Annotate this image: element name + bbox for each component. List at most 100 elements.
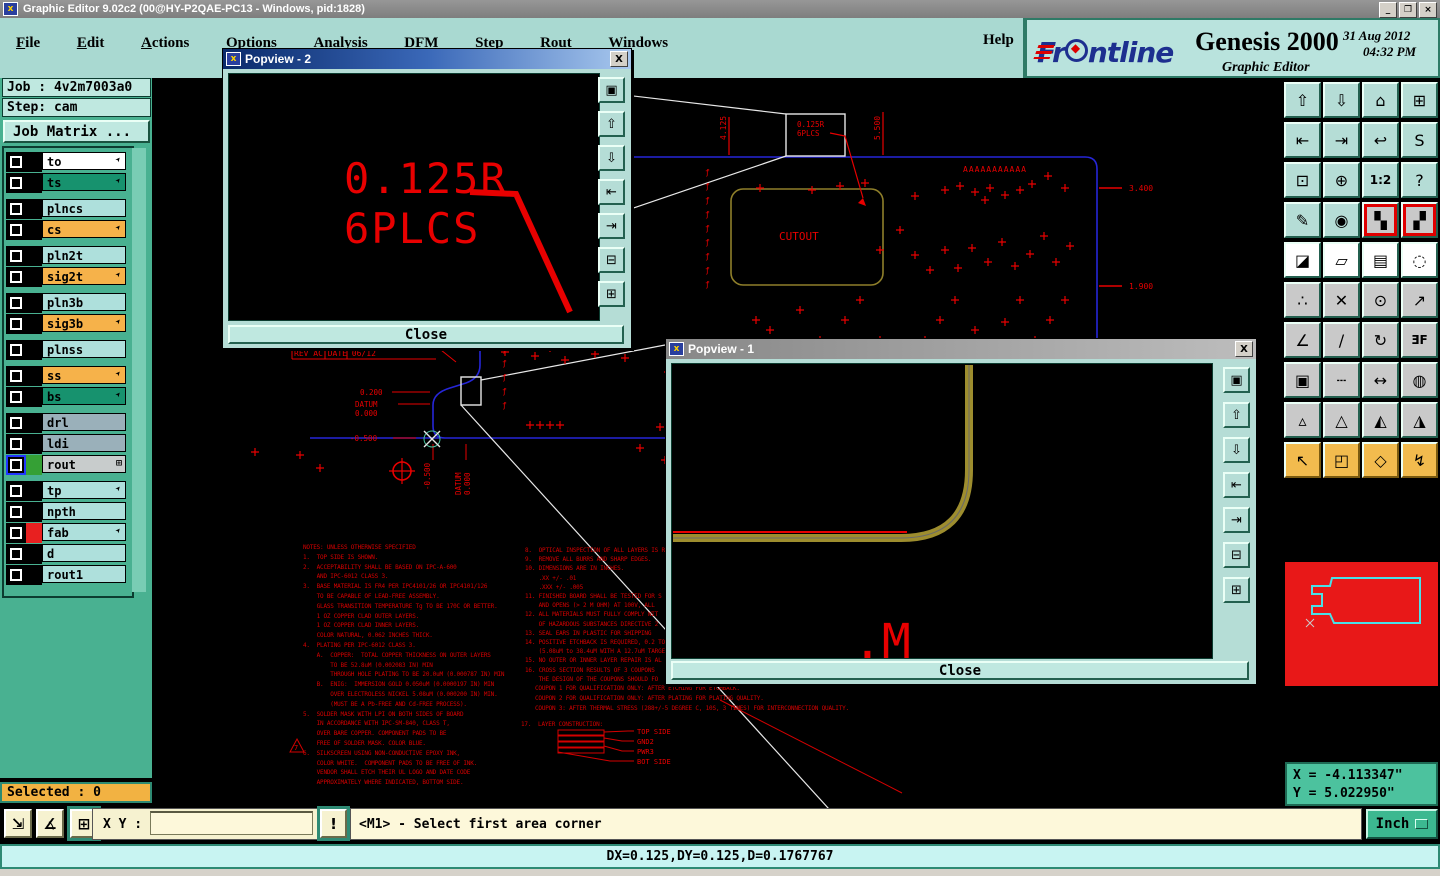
layer-visibility-checkbox[interactable] [6,246,26,266]
triangle-peak-button[interactable]: △ [1323,402,1360,438]
job-matrix-button[interactable]: Job Matrix ... [3,120,150,143]
delete-entity-button[interactable]: ✕ [1323,282,1360,318]
triangle-wide-button[interactable]: ◮ [1401,402,1438,438]
shift-down-button[interactable]: ⇩ [598,145,625,171]
popview-2-close-icon[interactable]: X [610,51,628,67]
popview-1-close-button[interactable]: Close [671,661,1249,680]
layer-row-sig3b[interactable]: sig3b ➤ [6,314,126,334]
mirror-button[interactable]: ƎF [1401,322,1438,358]
merge-circles-button[interactable]: ◍ [1401,362,1438,398]
pointer-mode-button[interactable]: ⇲ [4,809,32,838]
pad-copy-button[interactable]: ▣ [1284,362,1321,398]
triangle-tall-button[interactable]: ◭ [1362,402,1399,438]
center-view-button[interactable]: ⊕ [1323,162,1360,198]
layer-row-ldi[interactable]: ldi [6,434,126,454]
layer-visibility-checkbox[interactable] [6,455,26,475]
command-bang-button[interactable]: ! [317,806,350,841]
layer-list-scrollbar[interactable] [132,148,146,592]
pan-left-button[interactable]: ⇤ [1284,122,1321,158]
split-window-button[interactable]: ⊞ [1401,82,1438,118]
menu-edit[interactable]: Edit [77,35,105,52]
clone-window-button[interactable]: ▣ [598,77,625,103]
move-dot-button[interactable]: ↗ [1401,282,1438,318]
layer-visibility-checkbox[interactable] [6,434,26,454]
layer-visibility-checkbox[interactable] [6,340,26,360]
popview-1-canvas[interactable]: .M [671,363,1213,659]
layer-visibility-checkbox[interactable] [6,502,26,522]
shift-right-button[interactable]: ⇥ [598,213,625,239]
dimension-button[interactable]: ↔ [1362,362,1399,398]
layer-row-bs[interactable]: bs ➤ [6,387,126,407]
zoom-fit-button[interactable]: ⊟ [1223,542,1250,568]
layer-row-ts[interactable]: ts ➤ [6,173,126,193]
copy-select-button[interactable]: ◪ [1284,242,1321,278]
help-button[interactable]: ? [1401,162,1438,198]
maximize-button[interactable]: ❐ [1399,2,1417,18]
layer-row-rout1[interactable]: rout1 [6,565,126,585]
edit-tools-button[interactable]: ✎ [1284,202,1321,238]
layer-visibility-checkbox[interactable] [6,152,26,172]
popview-1-close-icon[interactable]: X [1235,341,1253,357]
s-route-button[interactable]: S [1401,122,1438,158]
layer-row-fab[interactable]: fab ➤ [6,523,126,543]
popview-2-titlebar[interactable]: x Popview - 2 X [223,49,631,69]
layer-row-npth[interactable]: npth [6,502,126,522]
shift-down-button[interactable]: ⇩ [1223,437,1250,463]
select-arrow-button[interactable]: ↖ [1284,442,1321,478]
layer-toggle-button[interactable]: ▞ [1401,202,1438,238]
layer-row-tp[interactable]: tp ➤ [6,481,126,501]
select-polygon-button[interactable]: ◇ [1362,442,1399,478]
dashed-line-button[interactable]: ┄ [1323,362,1360,398]
app-icon[interactable]: x [3,2,18,16]
popview-2-close-button[interactable]: Close [228,325,624,344]
layer-visibility-checkbox[interactable] [6,314,26,334]
shift-up-button[interactable]: ⇧ [1223,402,1250,428]
shift-left-button[interactable]: ⇤ [1223,472,1250,498]
chain-select-button[interactable]: ∴ [1284,282,1321,318]
origin-snap-button[interactable]: ◉ [1323,202,1360,238]
layer-row-pln2t[interactable]: pln2t [6,246,126,266]
minimize-button[interactable]: _ [1379,2,1397,18]
layer-visibility-checkbox[interactable] [6,387,26,407]
menu-actions[interactable]: Actions [141,35,189,52]
layer-row-pln3b[interactable]: pln3b [6,293,126,313]
shift-left-button[interactable]: ⇤ [598,179,625,205]
grow-dot-button[interactable]: ⊙ [1362,282,1399,318]
line-draw-button[interactable]: / [1323,322,1360,358]
measure-ruler-button[interactable]: ▤ [1362,242,1399,278]
layer-visibility-checkbox[interactable] [6,523,26,543]
layer-visibility-checkbox[interactable] [6,366,26,386]
menu-file[interactable]: File [16,35,40,52]
layer-row-plnss[interactable]: plnss [6,340,126,360]
layer-row-drl[interactable]: drl [6,413,126,433]
shift-right-button[interactable]: ⇥ [1223,507,1250,533]
zoom-fit-button[interactable]: ⊡ [1284,162,1321,198]
select-net-button[interactable]: ↯ [1401,442,1438,478]
xy-coordinate-input[interactable] [150,811,313,835]
pan-right-button[interactable]: ⇥ [1323,122,1360,158]
layer-visibility-checkbox[interactable] [6,565,26,585]
layer-row-to[interactable]: to ➤ [6,152,126,172]
angle-mode-button[interactable]: ∡ [36,809,64,838]
units-dropdown[interactable]: Inch [1366,809,1438,839]
clone-window-button[interactable]: ▣ [1223,367,1250,393]
angle-measure-button[interactable]: ∠ [1284,322,1321,358]
dashed-circle-button[interactable]: ◌ [1401,242,1438,278]
layer-visibility-checkbox[interactable] [6,293,26,313]
layer-visibility-checkbox[interactable] [6,544,26,564]
layer-row-cs[interactable]: cs ➤ [6,220,126,240]
shift-up-button[interactable]: ⇧ [598,111,625,137]
transform-shape-button[interactable]: ▱ [1323,242,1360,278]
board-overview-preview[interactable] [1285,562,1438,686]
zoom-previous-button[interactable]: ↩ [1362,122,1399,158]
menu-help[interactable]: Help [983,32,1014,49]
layer-row-plncs[interactable]: plncs [6,199,126,219]
home-view-button[interactable]: ⌂ [1362,82,1399,118]
paste-up-button[interactable]: ⇧ [1284,82,1321,118]
layer-visibility-checkbox[interactable] [6,220,26,240]
triangle-small-button[interactable]: ▵ [1284,402,1321,438]
pan-mode-button[interactable]: ⊞ [598,281,625,307]
zoom-ratio-button[interactable]: 1:2 [1362,162,1399,198]
layer-visibility-checkbox[interactable] [6,173,26,193]
layer-visibility-checkbox[interactable] [6,413,26,433]
